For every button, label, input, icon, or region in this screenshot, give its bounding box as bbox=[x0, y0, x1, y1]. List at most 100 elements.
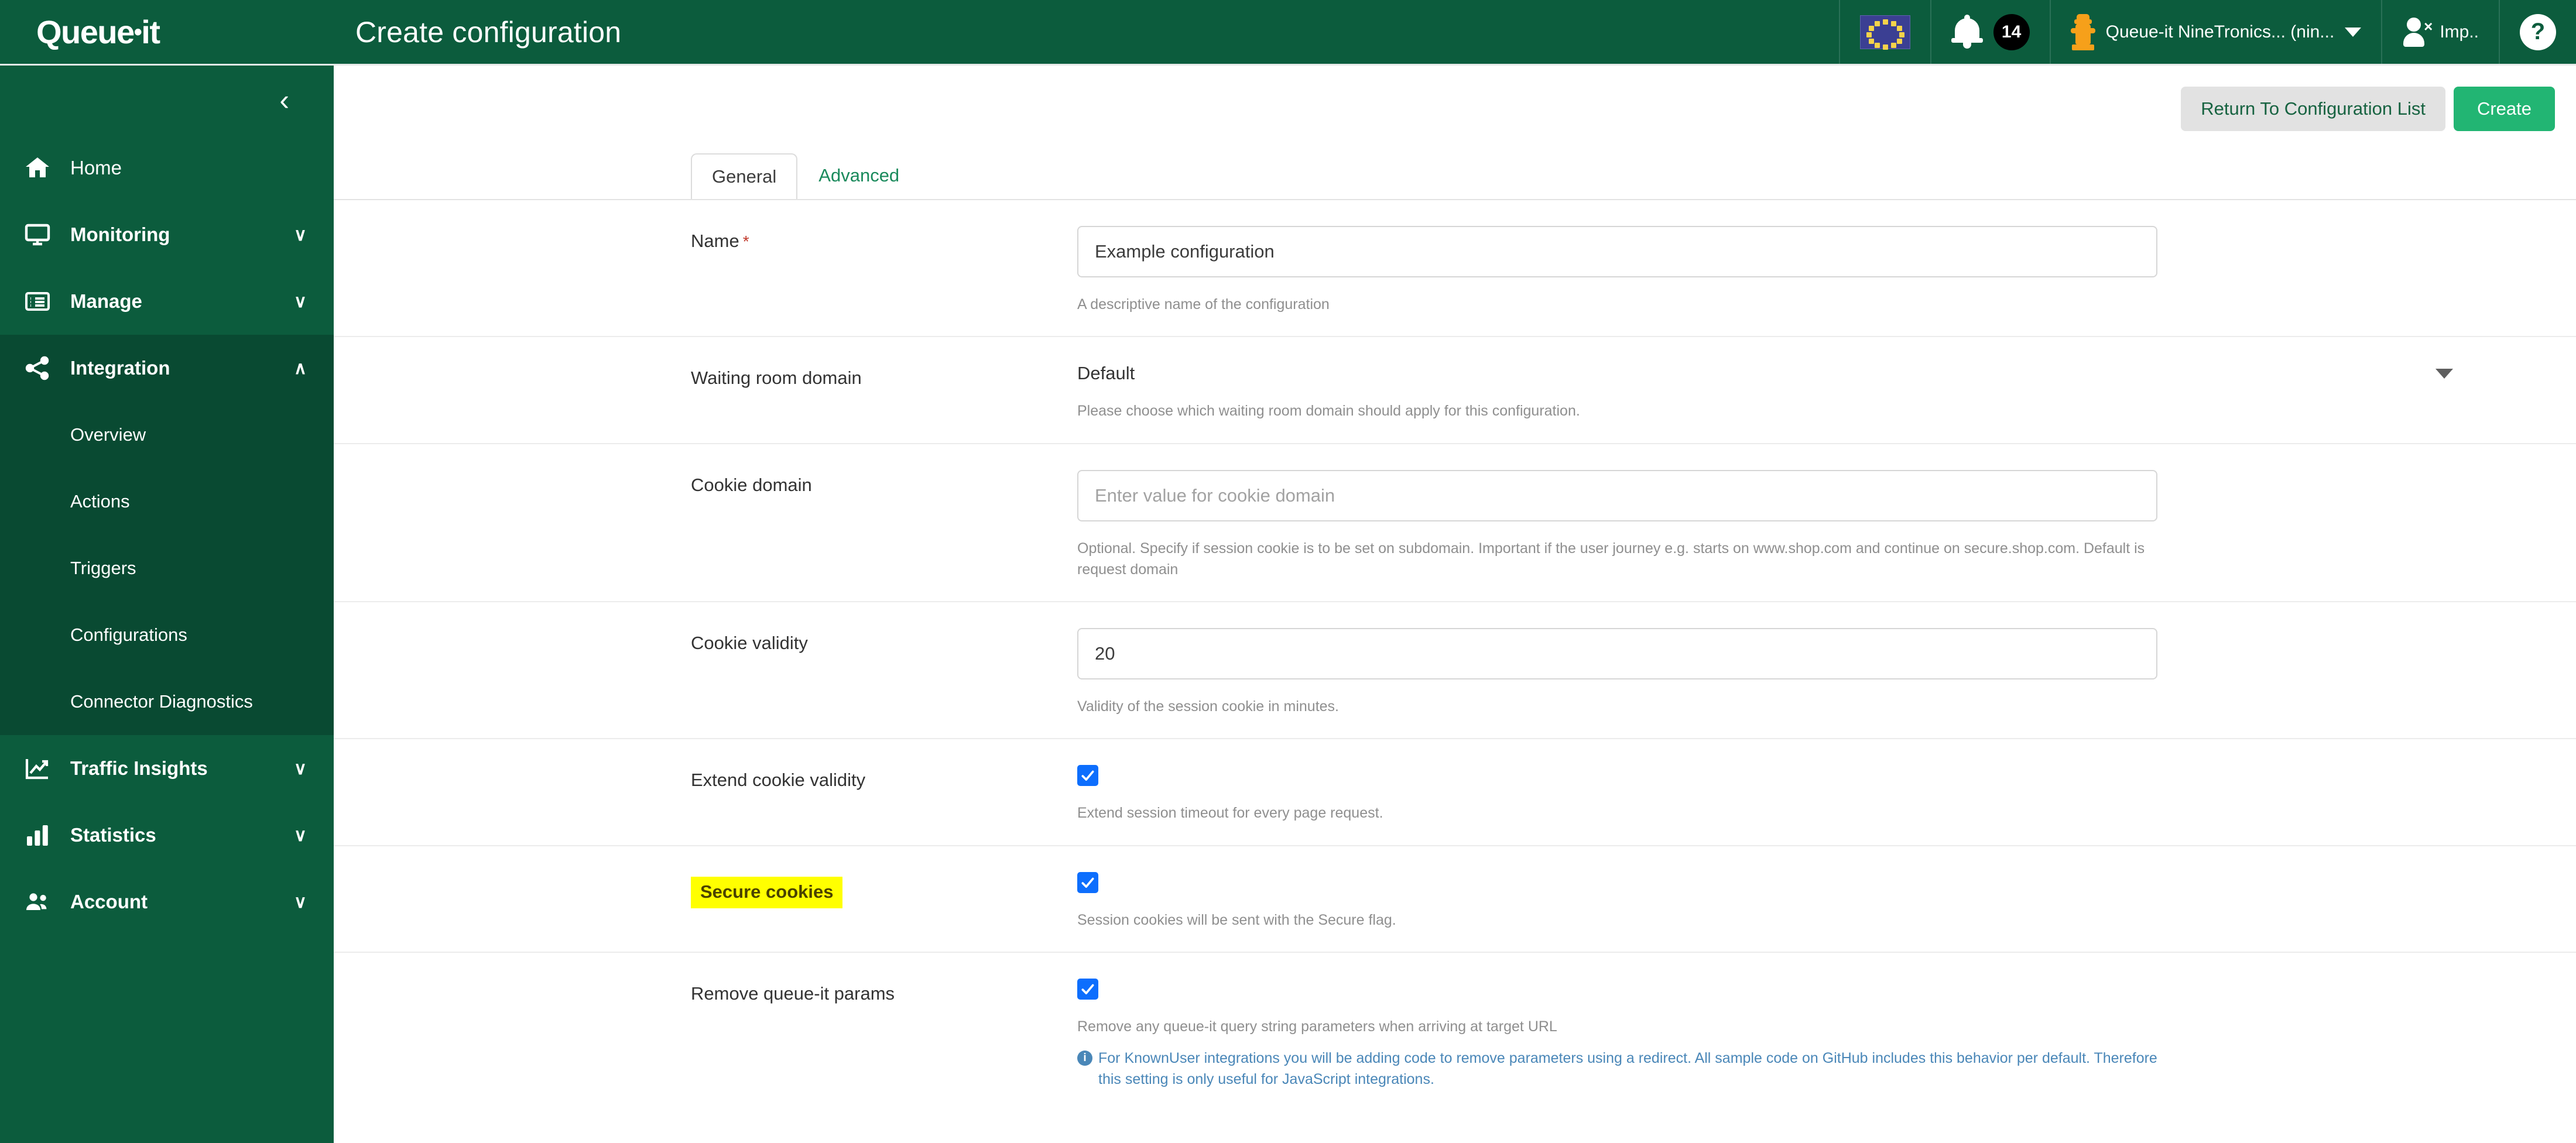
sidebar-subitem-label-configurations: Configurations bbox=[70, 624, 187, 645]
sidebar-item-configurations[interactable]: Configurations bbox=[0, 602, 334, 668]
sidebar-item-triggers[interactable]: Triggers bbox=[0, 535, 334, 602]
chevron-down-icon bbox=[2435, 368, 2453, 379]
sidebar-collapse-button[interactable]: ‹ bbox=[0, 66, 334, 135]
name-input[interactable] bbox=[1077, 226, 2157, 277]
info-icon: i bbox=[1077, 1051, 1092, 1066]
help-name: A descriptive name of the configuration bbox=[1077, 296, 1330, 313]
sidebar-item-integration[interactable]: Integration ∧ bbox=[0, 335, 334, 401]
sidebar-item-overview[interactable]: Overview bbox=[0, 401, 334, 468]
sidebar-item-actions[interactable]: Actions bbox=[0, 468, 334, 535]
sidebar-item-manage[interactable]: Manage ∨ bbox=[0, 268, 334, 335]
label-cookie-validity: Cookie validity bbox=[691, 633, 808, 653]
chevron-down-icon: ∨ bbox=[294, 892, 307, 912]
form-row-waiting-room-domain: Waiting room domain Default Please choos… bbox=[334, 337, 2576, 444]
notifications-button[interactable]: 14 bbox=[1930, 0, 2050, 64]
sidebar-nav: ‹ Home Monitoring ∨ Manage ∨ Integration… bbox=[0, 66, 334, 1143]
sidebar-item-traffic-insights[interactable]: Traffic Insights ∨ bbox=[0, 735, 334, 802]
chevron-down-icon: ∨ bbox=[294, 291, 307, 311]
sidebar-item-connector-diagnostics[interactable]: Connector Diagnostics bbox=[0, 668, 334, 735]
form-row-cookie-domain: Cookie domain Optional. Specify if sessi… bbox=[334, 444, 2576, 602]
label-cookie-domain: Cookie domain bbox=[691, 474, 812, 495]
return-to-configuration-list-button[interactable]: Return To Configuration List bbox=[2181, 87, 2445, 131]
info-note-remove-queueit-params: i For KnownUser integrations you will be… bbox=[1077, 1048, 2166, 1090]
label-secure-cookies: Secure cookies bbox=[334, 846, 1077, 908]
field-cookie-domain: Optional. Specify if session cookie is t… bbox=[1077, 444, 2576, 602]
main-content: Return To Configuration List Create Gene… bbox=[334, 66, 2576, 1143]
eu-flag-icon bbox=[1859, 15, 1910, 50]
line-chart-icon bbox=[22, 753, 53, 784]
page-body: ‹ Home Monitoring ∨ Manage ∨ Integration… bbox=[0, 66, 2576, 1143]
remove-queueit-params-checkbox[interactable] bbox=[1077, 978, 1098, 1000]
bell-icon bbox=[1951, 14, 1983, 50]
chevron-up-icon: ∧ bbox=[294, 358, 307, 378]
header-actions: 14 Queue-it NineTronics... (nin... × Imp… bbox=[1838, 0, 2576, 64]
impersonate-button[interactable]: × Imp.. bbox=[2381, 0, 2499, 64]
sidebar-subitem-label-overview: Overview bbox=[70, 424, 146, 445]
waiting-room-domain-select[interactable]: Default bbox=[1077, 363, 2471, 384]
configuration-form: Name* A descriptive name of the configur… bbox=[334, 200, 2576, 1111]
sidebar-item-label-account: Account bbox=[70, 891, 148, 912]
brand-logo-area[interactable]: Queue•it bbox=[0, 0, 334, 64]
impersonate-label: Imp.. bbox=[2440, 22, 2479, 42]
help-cookie-domain: Optional. Specify if session cookie is t… bbox=[1077, 540, 2145, 578]
hydrant-icon bbox=[2070, 13, 2095, 50]
account-label: Queue-it NineTronics... (nin... bbox=[2105, 22, 2335, 42]
locale-selector[interactable] bbox=[1838, 0, 1930, 64]
label-name-text: Name bbox=[691, 231, 739, 251]
help-secure-cookies: Session cookies will be sent with the Se… bbox=[1077, 911, 1396, 928]
sidebar-item-monitoring[interactable]: Monitoring ∨ bbox=[0, 201, 334, 268]
logo-dot: • bbox=[133, 19, 142, 45]
required-marker: * bbox=[742, 232, 749, 250]
field-waiting-room-domain: Default Please choose which waiting room… bbox=[1077, 337, 2576, 442]
chevron-down-icon bbox=[2345, 27, 2362, 37]
monitor-icon bbox=[22, 219, 53, 250]
cookie-validity-input[interactable] bbox=[1077, 628, 2157, 679]
sidebar-item-label-home: Home bbox=[70, 157, 122, 179]
field-extend-cookie-validity: Extend session timeout for every page re… bbox=[1077, 739, 2576, 845]
page-toolbar: Return To Configuration List Create bbox=[334, 66, 2576, 131]
home-icon bbox=[22, 153, 53, 183]
field-cookie-validity: Validity of the session cookie in minute… bbox=[1077, 602, 2576, 738]
label-waiting-room-domain: Waiting room domain bbox=[691, 368, 862, 389]
sidebar-item-account[interactable]: Account ∨ bbox=[0, 869, 334, 935]
tab-bar: General Advanced bbox=[334, 152, 2576, 200]
sidebar-item-label-integration: Integration bbox=[70, 357, 170, 379]
tab-general[interactable]: General bbox=[691, 153, 798, 200]
sidebar-item-label-statistics: Statistics bbox=[70, 824, 156, 846]
help-extend-cookie-validity: Extend session timeout for every page re… bbox=[1077, 805, 1383, 822]
secure-cookies-checkbox[interactable] bbox=[1077, 871, 1098, 893]
notifications-badge: 14 bbox=[1993, 13, 2030, 50]
waiting-room-domain-value: Default bbox=[1077, 363, 1135, 384]
create-button[interactable]: Create bbox=[2453, 87, 2555, 131]
top-header-bar: Queue•it Create configuration 14 Queue-i… bbox=[0, 0, 2576, 66]
label-extend-cookie-validity: Extend cookie validity bbox=[691, 770, 866, 791]
sidebar-item-statistics[interactable]: Statistics ∨ bbox=[0, 802, 334, 869]
users-icon bbox=[22, 887, 53, 917]
sidebar-item-label-monitoring: Monitoring bbox=[70, 224, 170, 245]
help-icon: ? bbox=[2520, 13, 2556, 50]
label-name: Name * bbox=[334, 200, 1077, 252]
app-root: Queue•it Create configuration 14 Queue-i… bbox=[0, 0, 2576, 1143]
share-nodes-icon bbox=[22, 353, 53, 383]
bar-chart-icon bbox=[22, 820, 53, 850]
tab-advanced[interactable]: Advanced bbox=[797, 152, 920, 199]
extend-cookie-validity-checkbox[interactable] bbox=[1077, 765, 1098, 787]
logo-text-it: it bbox=[141, 13, 160, 50]
list-icon bbox=[22, 286, 53, 317]
sidebar-item-home[interactable]: Home bbox=[0, 135, 334, 201]
user-x-icon: × bbox=[2402, 16, 2433, 48]
cookie-domain-input[interactable] bbox=[1077, 469, 2157, 521]
form-row-name: Name* A descriptive name of the configur… bbox=[334, 200, 2576, 338]
chevron-down-icon: ∨ bbox=[294, 225, 307, 245]
form-row-cookie-validity: Cookie validity Validity of the session … bbox=[334, 602, 2576, 740]
logo-text-queue: Queue bbox=[36, 13, 135, 50]
help-button[interactable]: ? bbox=[2499, 0, 2576, 64]
help-remove-queueit-params: Remove any queue-it query string paramet… bbox=[1077, 1018, 1557, 1035]
chevron-down-icon: ∨ bbox=[294, 825, 307, 845]
chevron-left-icon: ‹ bbox=[279, 84, 289, 116]
info-note-text: For KnownUser integrations you will be a… bbox=[1098, 1050, 2157, 1088]
form-row-secure-cookies: Secure cookies Session cookies will be s… bbox=[334, 846, 2576, 953]
form-row-remove-queueit-params: Remove queue-it params Remove any queue-… bbox=[334, 953, 2576, 1111]
account-switcher[interactable]: Queue-it NineTronics... (nin... bbox=[2049, 0, 2382, 64]
field-secure-cookies: Session cookies will be sent with the Se… bbox=[1077, 846, 2576, 952]
